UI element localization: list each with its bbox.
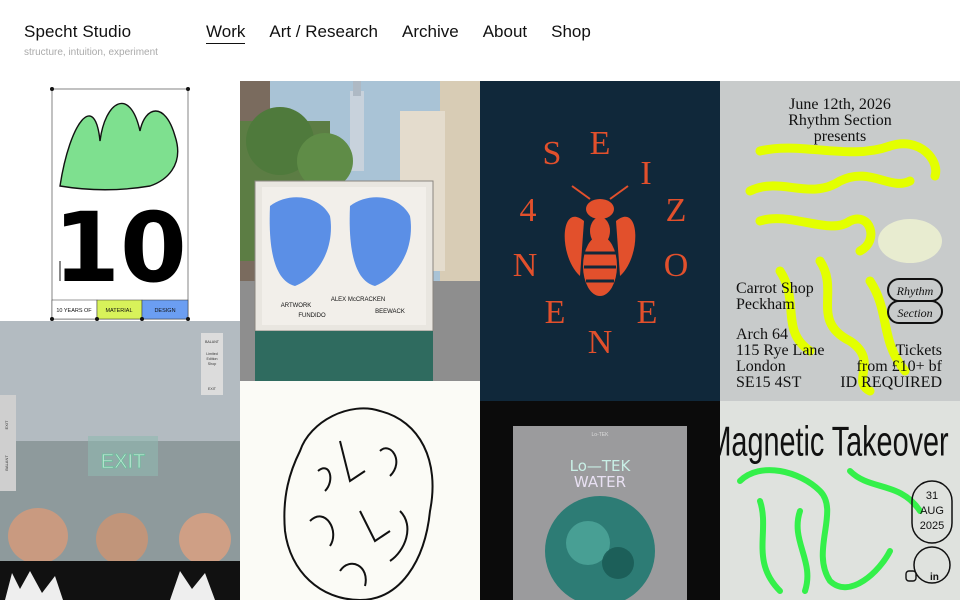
rhythm-date: June 12th, 2026 — [789, 96, 891, 113]
seize-letter-e3: E — [545, 294, 566, 331]
rhythm-addr2: 115 Rye Lane — [736, 342, 825, 359]
rhythm-venue1: Carrot Shop — [736, 280, 814, 297]
magnetic-title: Magnetic Takeover — [720, 418, 949, 465]
exit-card-limited: Limited — [206, 352, 218, 356]
main-nav: Work Art / Research Archive About Shop — [206, 22, 591, 44]
nav-archive[interactable]: Archive — [402, 22, 459, 44]
project-tile-line-drawing[interactable] — [240, 381, 480, 600]
seize-letter-z: Z — [666, 192, 687, 229]
exit-sign: EXIT — [101, 451, 145, 473]
exit-card-shop: Shop — [208, 362, 216, 366]
magnetic-month: AUG — [920, 505, 944, 517]
material-number: 10 — [53, 192, 187, 304]
rhythm-tickets1: Tickets — [895, 342, 942, 359]
rhythm-badge-1: Rhythm — [896, 284, 934, 298]
material-cell-1: 10 YEARS OF — [56, 308, 92, 314]
rhythm-addr4: SE15 4ST — [736, 374, 802, 391]
rhythm-addr1: Arch 64 — [736, 326, 788, 343]
seize-letter-o: O — [664, 247, 689, 284]
nav-about[interactable]: About — [483, 22, 527, 44]
seize-number-4: 4 — [520, 192, 537, 229]
lotek-water-poster: Lo-TEK Lo—TEK WATER — [480, 401, 720, 600]
exit-card-exit: EXIT — [208, 387, 217, 391]
project-tile-seize[interactable]: S E I Z O E N E N 4 — [480, 81, 720, 401]
project-tile-rhythm-section[interactable]: June 12th, 2026 Rhythm Section presents … — [720, 81, 960, 401]
project-tile-magnetic-takeover[interactable]: Magnetic Takeover 31 AUG 2025 in — [720, 401, 960, 600]
magnetic-day: 31 — [926, 490, 938, 502]
exit-side-brand: BALANT — [4, 455, 9, 471]
exit-photo: EXIT BALANT Limited Edition Shop EXIT EX… — [0, 321, 240, 600]
site-header: Specht Studio structure, intuition, expe… — [0, 0, 960, 80]
seize-letter-e1: E — [590, 125, 611, 162]
seize-letter-i: I — [640, 155, 651, 192]
nav-work[interactable]: Work — [206, 22, 246, 44]
material-poster-artwork: 10 10 YEARS OF MATERIAL DESIGN — [50, 87, 190, 321]
project-tile-exit[interactable]: EXIT BALANT Limited Edition Shop EXIT EX… — [0, 321, 240, 600]
seize-letter-n1: N — [588, 324, 613, 361]
street-poster-artwork: ARTWORK — [281, 303, 312, 309]
rhythm-presents: presents — [814, 128, 866, 145]
project-tile-lotek-water[interactable]: Lo-TEK Lo—TEK WATER — [480, 401, 720, 600]
magnetic-takeover-poster: Magnetic Takeover 31 AUG 2025 in — [720, 401, 960, 600]
seize-artwork: S E I Z O E N E N 4 — [480, 81, 720, 401]
nav-shop[interactable]: Shop — [551, 22, 591, 44]
street-poster-beewack: BEEWACK — [375, 309, 405, 315]
rhythm-tickets3: ID REQUIRED — [840, 374, 942, 391]
rhythm-venue2: Peckham — [736, 296, 795, 313]
site-logo[interactable]: Specht Studio — [24, 22, 131, 42]
linkedin-icon: in — [930, 572, 939, 583]
seize-letter-s: S — [543, 135, 562, 172]
street-poster-photo: ARTWORK ALEX McCRACKEN FUNDIDO BEEWACK — [240, 81, 480, 381]
rhythm-tickets2: from £10+ bf — [857, 358, 943, 375]
line-drawing-artwork — [240, 381, 480, 600]
exit-side-exit: EXIT — [4, 420, 9, 429]
street-poster-fundido: FUNDIDO — [298, 313, 326, 319]
lotek-small: Lo-TEK — [592, 432, 610, 438]
material-cell-3: DESIGN — [154, 308, 175, 314]
project-tile-street-poster[interactable]: ARTWORK ALEX McCRACKEN FUNDIDO BEEWACK — [240, 81, 480, 381]
site-tagline: structure, intuition, experiment — [24, 47, 158, 58]
rhythm-section-poster: June 12th, 2026 Rhythm Section presents … — [720, 81, 960, 401]
exit-card-brand: BALANT — [205, 340, 220, 344]
street-poster-artist: ALEX McCRACKEN — [331, 297, 385, 303]
rhythm-badge-2: Section — [897, 306, 932, 320]
seize-letter-n2: N — [513, 247, 538, 284]
exit-card-edition: Edition — [207, 357, 218, 361]
lotek-title-2: WATER — [574, 473, 626, 491]
magnetic-year: 2025 — [920, 520, 944, 532]
rhythm-org: Rhythm Section — [788, 112, 892, 129]
seize-letter-e2: E — [637, 294, 658, 331]
nav-art-research[interactable]: Art / Research — [269, 22, 378, 44]
rhythm-addr3: London — [736, 358, 786, 375]
material-cell-2: MATERIAL — [105, 308, 132, 314]
project-tile-material-design[interactable]: 10 10 YEARS OF MATERIAL DESIGN — [0, 81, 240, 321]
